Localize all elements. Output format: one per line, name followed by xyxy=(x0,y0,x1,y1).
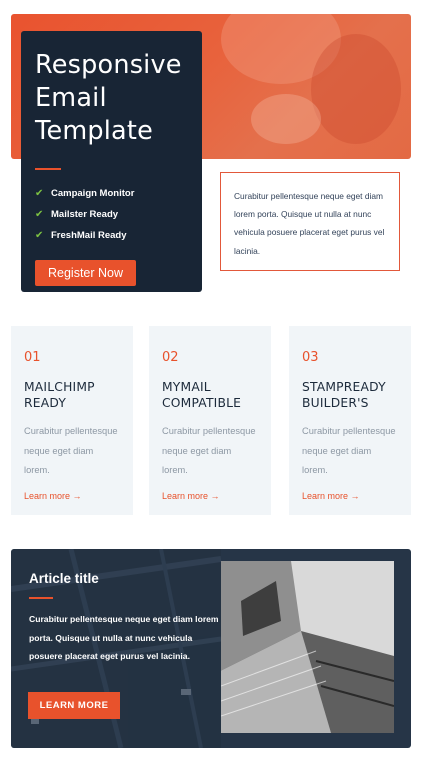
feature-title: MAILCHIMP READY xyxy=(24,380,95,410)
feature-card: 03 STAMPREADY BUILDER'S Curabitur pellen… xyxy=(289,326,411,515)
hero-feature-item: ✔ FreshMail Ready xyxy=(35,225,188,246)
article-body: Curabitur pellentesque neque eget diam l… xyxy=(29,614,219,661)
learn-more-link[interactable]: Learn more → xyxy=(302,491,398,501)
article-divider xyxy=(29,597,53,599)
feature-title: STAMPREADY BUILDER'S xyxy=(302,380,386,410)
hero-feature-item: ✔ Mailster Ready xyxy=(35,204,188,225)
hero-feature-item: ✔ Campaign Monitor xyxy=(35,183,188,204)
learn-more-button[interactable]: LEARN MORE xyxy=(28,692,120,719)
check-icon: ✔ xyxy=(35,230,44,241)
feature-description: Curabitur pellentesque neque eget diam l… xyxy=(162,426,256,475)
feature-number: 03 xyxy=(302,350,319,365)
feature-title: MYMAIL COMPATIBLE xyxy=(162,380,242,410)
hero-title: Responsive Email Template xyxy=(35,50,182,146)
article-section: Article title Curabitur pellentesque neq… xyxy=(11,549,411,748)
building-photo xyxy=(221,561,394,733)
feature-description: Curabitur pellentesque neque eget diam l… xyxy=(24,426,118,475)
hero-card: Responsive Email Template ✔ Campaign Mon… xyxy=(21,31,202,292)
hero-feature-label: Mailster Ready xyxy=(51,209,119,220)
learn-more-link[interactable]: Learn more → xyxy=(24,491,120,501)
intro-text-box: Curabitur pellentesque neque eget diam l… xyxy=(220,172,400,271)
feature-card: 01 MAILCHIMP READY Curabitur pellentesqu… xyxy=(11,326,133,515)
feature-description: Curabitur pellentesque neque eget diam l… xyxy=(302,426,396,475)
feature-number: 02 xyxy=(162,350,179,365)
register-now-button[interactable]: Register Now xyxy=(35,260,136,286)
feature-columns: 01 MAILCHIMP READY Curabitur pellentesqu… xyxy=(11,326,411,515)
hero-feature-label: FreshMail Ready xyxy=(51,230,127,241)
hero-divider xyxy=(35,168,61,170)
article-title: Article title xyxy=(29,571,99,586)
learn-more-link[interactable]: Learn more → xyxy=(162,491,258,501)
check-icon: ✔ xyxy=(35,209,44,220)
hero-feature-list: ✔ Campaign Monitor ✔ Mailster Ready ✔ Fr… xyxy=(35,183,188,246)
hero-feature-label: Campaign Monitor xyxy=(51,188,135,199)
feature-card: 02 MYMAIL COMPATIBLE Curabitur pellentes… xyxy=(149,326,271,515)
check-icon: ✔ xyxy=(35,188,44,199)
feature-number: 01 xyxy=(24,350,41,365)
